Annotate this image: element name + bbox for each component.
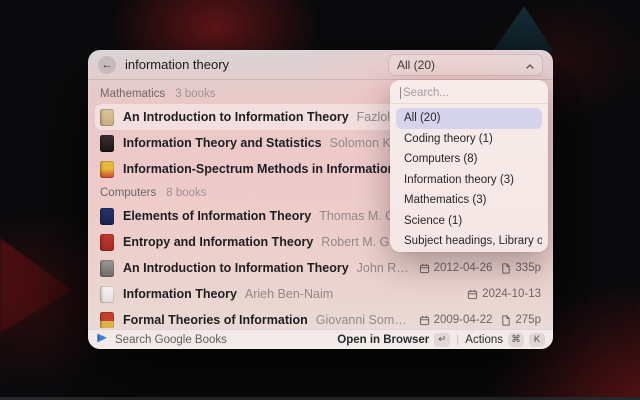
release-date: 2009-04-22 bbox=[419, 314, 493, 326]
book-cover-icon bbox=[100, 208, 114, 225]
row-accessories: 2024-10-13 bbox=[459, 288, 541, 300]
book-title: An Introduction to Information Theory bbox=[123, 261, 349, 275]
dropdown-item[interactable]: All (20) bbox=[396, 108, 542, 129]
dropdown-item[interactable]: Information theory (3) bbox=[396, 170, 542, 191]
book-title: Entropy and Information Theory bbox=[123, 235, 313, 249]
text-caret bbox=[400, 87, 401, 99]
footer-bar: Search Google Books Open in Browser ↵ Ac… bbox=[88, 329, 553, 349]
section-title: Mathematics bbox=[100, 88, 165, 100]
row-accessories: 2012-04-26 335p bbox=[411, 262, 541, 274]
wallpaper-teal-triangle bbox=[492, 6, 554, 52]
dropdown-item[interactable]: Science (1) bbox=[396, 211, 542, 232]
footer-actions: Open in Browser ↵ Actions ⌘ K bbox=[337, 333, 545, 347]
desktop-background: ← information theory All (20) Mathematic… bbox=[0, 0, 640, 400]
book-author: John R. Pierce bbox=[357, 261, 411, 275]
book-title: Information Theory and Statistics bbox=[123, 136, 322, 150]
dropdown-item[interactable]: Computers (8) bbox=[396, 149, 542, 170]
calendar-icon bbox=[419, 315, 430, 326]
book-row[interactable]: An Introduction to Information Theory Joh… bbox=[95, 255, 546, 281]
google-books-icon bbox=[96, 332, 108, 347]
search-input[interactable]: information theory bbox=[125, 57, 388, 72]
book-row[interactable]: Formal Theories of Information Giovanni S… bbox=[95, 307, 546, 328]
filter-dropdown-panel: Search... All (20)Coding theory (1)Compu… bbox=[390, 80, 548, 252]
calendar-icon bbox=[419, 263, 430, 274]
wallpaper-red-triangle bbox=[0, 238, 72, 333]
book-row[interactable]: Information Theory Arieh Ben-Naim 2024-10-… bbox=[95, 281, 546, 307]
book-cover-icon bbox=[100, 109, 114, 126]
book-cover-icon bbox=[100, 135, 114, 152]
dropdown-item[interactable]: Coding theory (1) bbox=[396, 129, 542, 150]
filter-dropdown-button[interactable]: All (20) bbox=[388, 54, 543, 76]
open-in-browser-action[interactable]: Open in Browser ↵ bbox=[337, 333, 450, 347]
book-author: Arieh Ben-Naim bbox=[245, 287, 333, 301]
book-title: Information Theory bbox=[123, 287, 237, 301]
section-count: 3 books bbox=[175, 88, 215, 100]
book-cover-icon bbox=[100, 234, 114, 251]
cmd-key-badge: ⌘ bbox=[508, 333, 524, 347]
book-cover-icon bbox=[100, 260, 114, 277]
book-author: Giovanni Sommaruga bbox=[316, 313, 411, 327]
launcher-window: ← information theory All (20) Mathematic… bbox=[88, 50, 553, 349]
release-date: 2012-04-26 bbox=[419, 262, 493, 274]
book-cover-icon bbox=[100, 286, 114, 303]
footer-divider bbox=[457, 334, 458, 345]
dropdown-item[interactable]: Subject headings, Library of Con... bbox=[396, 231, 542, 252]
filter-label: All (20) bbox=[397, 58, 435, 72]
dropdown-options-list: All (20)Coding theory (1)Computers (8)In… bbox=[390, 104, 548, 252]
chevron-up-icon bbox=[526, 58, 534, 72]
book-cover-icon bbox=[100, 312, 114, 329]
book-title: An Introduction to Information Theory bbox=[123, 110, 349, 124]
search-google-books-source[interactable]: Search Google Books bbox=[96, 332, 227, 347]
page-count: 275p bbox=[501, 314, 541, 326]
release-date: 2024-10-13 bbox=[467, 288, 541, 300]
dropdown-search-placeholder: Search... bbox=[403, 87, 449, 99]
pages-icon bbox=[501, 263, 511, 274]
page-count: 335p bbox=[501, 262, 541, 274]
return-key-badge: ↵ bbox=[434, 333, 450, 347]
footer-source-label: Search Google Books bbox=[115, 334, 227, 346]
back-button[interactable]: ← bbox=[98, 56, 116, 74]
book-title: Formal Theories of Information bbox=[123, 313, 308, 327]
open-in-browser-label: Open in Browser bbox=[337, 334, 429, 346]
pages-icon bbox=[501, 315, 511, 326]
section-title: Computers bbox=[100, 187, 156, 199]
row-accessories: 2009-04-22 275p bbox=[411, 314, 541, 326]
search-bar: ← information theory All (20) bbox=[88, 50, 553, 80]
section-count: 8 books bbox=[166, 187, 206, 199]
dropdown-item[interactable]: Mathematics (3) bbox=[396, 190, 542, 211]
calendar-icon bbox=[467, 289, 478, 300]
book-title: Elements of Information Theory bbox=[123, 209, 311, 223]
book-cover-icon bbox=[100, 161, 114, 178]
dropdown-search-input[interactable]: Search... bbox=[390, 80, 548, 104]
actions-menu-button[interactable]: Actions ⌘ K bbox=[465, 333, 545, 347]
actions-label: Actions bbox=[465, 334, 503, 346]
k-key-badge: K bbox=[529, 333, 545, 347]
